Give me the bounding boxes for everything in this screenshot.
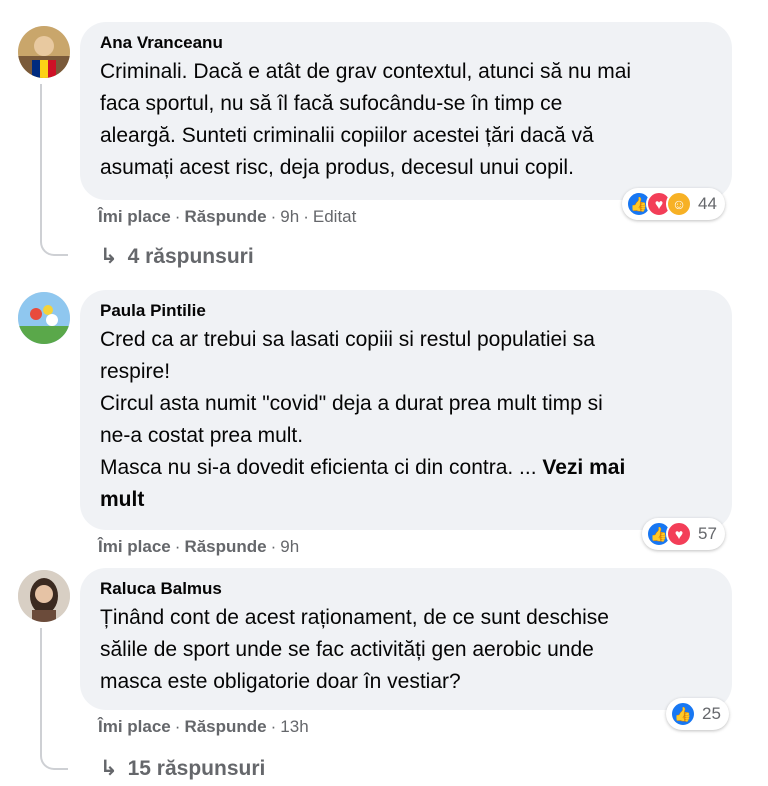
- like-button[interactable]: Îmi place: [98, 207, 171, 226]
- avatar[interactable]: [18, 570, 70, 622]
- reply-arrow-icon: ↳: [100, 757, 118, 780]
- like-button[interactable]: Îmi place: [98, 717, 171, 736]
- reply-button[interactable]: Răspunde: [184, 537, 266, 556]
- comment-author[interactable]: Raluca Balmus: [100, 578, 712, 600]
- comment-bubble: Ana Vranceanu Criminali. Dacă e atât de …: [80, 22, 732, 200]
- edited-label: Editat: [312, 207, 357, 226]
- comment-text: Cred ca ar trebui sa lasati copiii si re…: [100, 324, 712, 516]
- thread-elbow: [40, 234, 68, 256]
- avatar-image: [18, 570, 70, 622]
- view-replies-link[interactable]: ↳ 15 răspunsuri: [100, 755, 265, 783]
- thread-elbow: [40, 748, 68, 770]
- thread-line: [40, 84, 42, 234]
- replies-count: 15 răspunsuri: [127, 757, 266, 780]
- comment-bubble: Raluca Balmus Ținând cont de acest rațio…: [80, 568, 732, 710]
- comment-text-body: Cred ca ar trebui sa lasati copiii si re…: [100, 328, 603, 479]
- replies-count: 4 răspunsuri: [127, 245, 254, 268]
- care-reaction-icon: ☺: [666, 191, 692, 217]
- reaction-summary[interactable]: 👍 ♥ 57: [642, 518, 725, 550]
- avatar-image: [18, 292, 70, 344]
- like-reaction-icon: 👍: [670, 701, 696, 727]
- comment-author[interactable]: Ana Vranceanu: [100, 32, 712, 54]
- reaction-count: 57: [698, 524, 717, 543]
- thread-line: [40, 628, 42, 748]
- comment-text: Ținând cont de acest raționament, de ce …: [100, 606, 609, 693]
- like-button[interactable]: Îmi place: [98, 537, 171, 556]
- avatar[interactable]: [18, 26, 70, 78]
- comment-actions: Îmi place · Răspunde · 9h: [98, 537, 300, 556]
- comment-time[interactable]: 9h: [280, 537, 299, 556]
- comment-time[interactable]: 13h: [280, 717, 308, 736]
- reply-button[interactable]: Răspunde: [184, 717, 266, 736]
- reaction-count: 25: [702, 704, 721, 723]
- comment-actions: Îmi place · Răspunde · 9h · Editat: [98, 207, 357, 226]
- comment-bubble: Paula Pintilie Cred ca ar trebui sa lasa…: [80, 290, 732, 530]
- comment-author[interactable]: Paula Pintilie: [100, 300, 712, 322]
- reply-button[interactable]: Răspunde: [184, 207, 266, 226]
- reaction-summary[interactable]: 👍 25: [666, 698, 729, 730]
- reaction-summary[interactable]: 👍 ♥ ☺ 44: [622, 188, 725, 220]
- reply-arrow-icon: ↳: [100, 245, 118, 268]
- view-replies-link[interactable]: ↳ 4 răspunsuri: [100, 243, 254, 271]
- comment-text: Criminali. Dacă e atât de grav contextul…: [100, 60, 632, 179]
- avatar-image: [18, 26, 70, 78]
- love-reaction-icon: ♥: [666, 521, 692, 547]
- reaction-count: 44: [698, 194, 717, 213]
- comment-actions: Îmi place · Răspunde · 13h: [98, 717, 309, 736]
- avatar[interactable]: [18, 292, 70, 344]
- comment-time[interactable]: 9h: [280, 207, 299, 226]
